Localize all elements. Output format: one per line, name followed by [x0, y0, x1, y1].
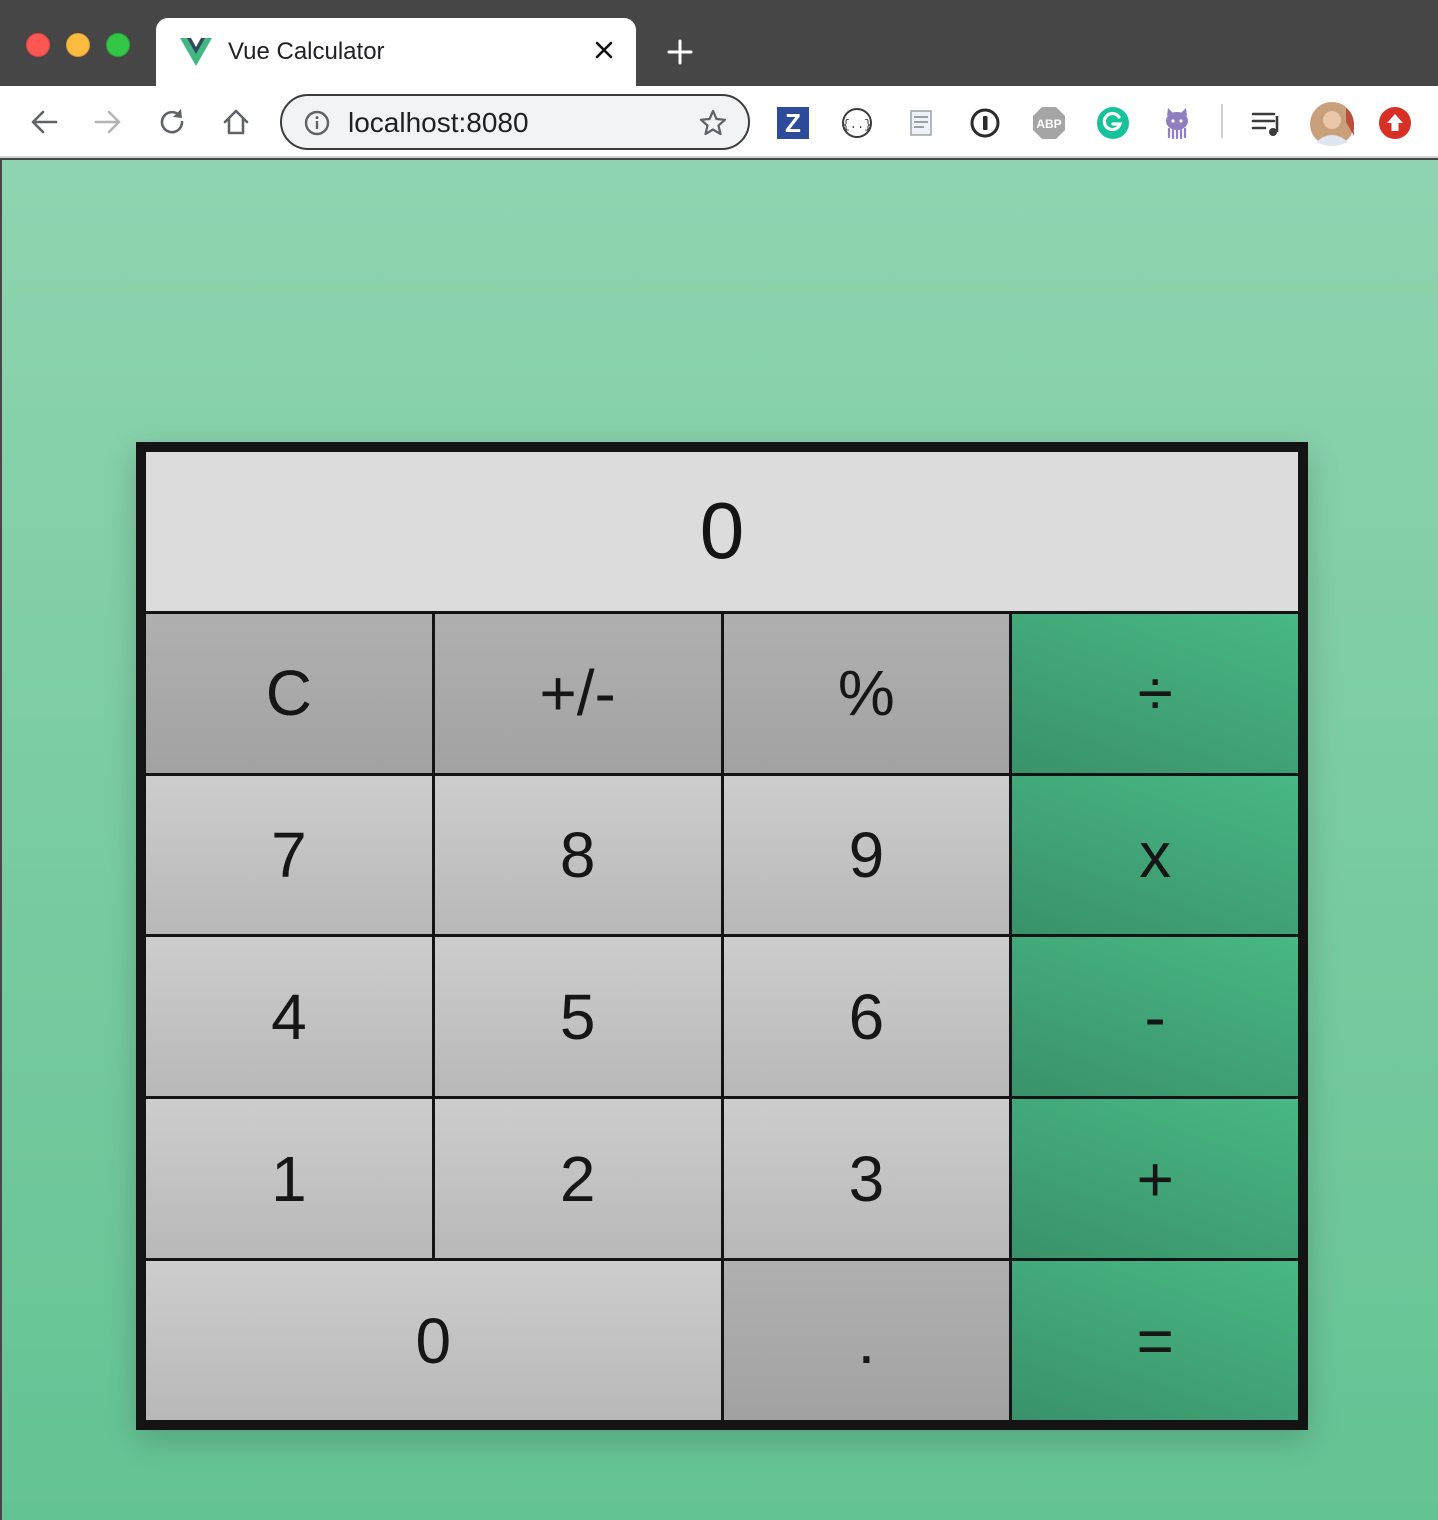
digit-3-button[interactable]: 3 [723, 1099, 1010, 1259]
octocat-icon[interactable] [1160, 106, 1194, 140]
window-close-button[interactable] [26, 33, 50, 57]
multiply-button[interactable]: x [1012, 775, 1298, 935]
subtract-button[interactable]: - [1012, 937, 1298, 1097]
digit-7-button[interactable]: 7 [146, 775, 432, 935]
page-background: 0 C +/- % ÷ 7 8 9 x 4 5 6 - 1 2 3 + 0 . … [2, 160, 1438, 1520]
json-viewer-icon[interactable]: {..} [840, 106, 874, 140]
sign-toggle-button[interactable]: +/- [434, 613, 721, 773]
calculator-display: 0 [146, 452, 1298, 611]
new-tab-icon[interactable] [662, 34, 698, 70]
tab-title: Vue Calculator [228, 38, 385, 65]
grammarly-icon[interactable] [1096, 106, 1130, 140]
digit-5-button[interactable]: 5 [434, 937, 721, 1097]
site-info-icon[interactable] [304, 110, 330, 136]
svg-text:ABP: ABP [1036, 117, 1061, 131]
digit-2-button[interactable]: 2 [434, 1099, 721, 1259]
window-minimize-button[interactable] [66, 33, 90, 57]
digit-6-button[interactable]: 6 [723, 937, 1010, 1097]
equals-button[interactable]: = [1012, 1261, 1298, 1420]
address-bar[interactable]: localhost:8080 [280, 94, 750, 150]
digit-9-button[interactable]: 9 [723, 775, 1010, 935]
home-icon[interactable] [218, 104, 254, 140]
svg-text:{..}: {..} [843, 118, 872, 132]
display-value: 0 [699, 486, 745, 576]
bookmark-star-icon[interactable] [698, 108, 728, 138]
divide-button[interactable]: ÷ [1012, 613, 1298, 773]
vue-logo-icon [180, 38, 212, 66]
onepassword-icon[interactable] [968, 106, 1002, 140]
clear-button[interactable]: C [146, 613, 432, 773]
digit-8-button[interactable]: 8 [434, 775, 721, 935]
url-text[interactable]: localhost:8080 [348, 108, 529, 138]
add-button[interactable]: + [1012, 1099, 1298, 1259]
forward-arrow-icon[interactable] [90, 104, 126, 140]
zotero-icon[interactable]: Z [776, 106, 810, 140]
window-maximize-button[interactable] [106, 33, 130, 57]
percent-button[interactable]: % [723, 613, 1010, 773]
update-icon[interactable] [1378, 106, 1412, 140]
decimal-button[interactable]: . [723, 1261, 1010, 1420]
reload-icon[interactable] [154, 104, 190, 140]
notes-icon[interactable] [904, 106, 938, 140]
digit-0-button[interactable]: 0 [146, 1261, 721, 1420]
digit-1-button[interactable]: 1 [146, 1099, 432, 1259]
browser-titlebar: Vue Calculator [0, 0, 1438, 86]
adblock-plus-icon[interactable]: ABP [1032, 106, 1066, 140]
digit-4-button[interactable]: 4 [146, 937, 432, 1097]
svg-text:Z: Z [785, 108, 801, 138]
back-arrow-icon[interactable] [26, 104, 62, 140]
media-control-icon[interactable] [1250, 106, 1284, 140]
calculator: 0 C +/- % ÷ 7 8 9 x 4 5 6 - 1 2 3 + 0 . … [136, 442, 1308, 1430]
tab-close-icon[interactable] [590, 36, 618, 64]
browser-tab[interactable]: Vue Calculator [156, 18, 636, 86]
toolbar-separator [1221, 104, 1223, 138]
profile-avatar[interactable] [1310, 102, 1354, 146]
